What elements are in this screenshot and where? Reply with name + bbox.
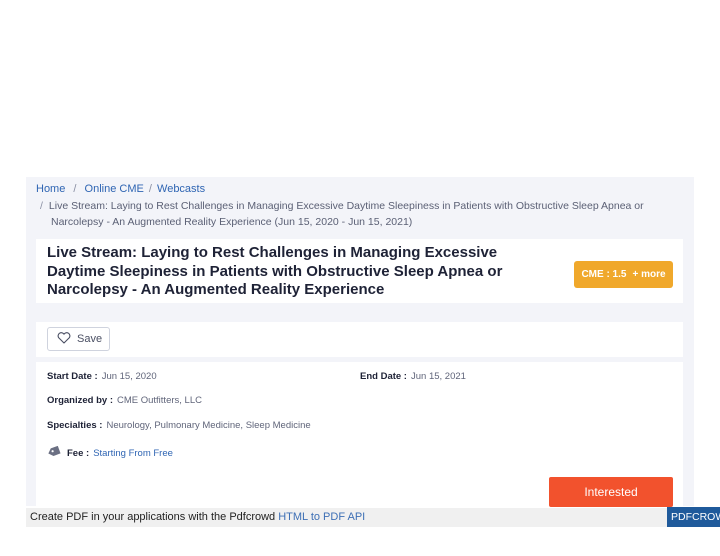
cme-credits-badge[interactable]: CME : 1.5 + more: [574, 261, 673, 288]
specialty-separator: ,: [149, 420, 152, 431]
breadcrumb-current-cont: Narcolepsy - An Augmented Reality Experi…: [51, 214, 412, 230]
fee-row: Fee : Starting From Free: [47, 445, 173, 461]
specialties-row: Specialties : Neurology, Pulmonary Medici…: [47, 420, 311, 432]
breadcrumb-current-line1: Live Stream: Laying to Rest Challenges i…: [48, 200, 644, 212]
organizer-value: CME Outfitters, LLC: [116, 395, 202, 406]
start-date-label: Start Date :: [47, 371, 98, 382]
interested-button[interactable]: Interested: [549, 477, 673, 507]
breadcrumb-online-cme-link[interactable]: Online CME: [85, 183, 144, 195]
specialties-label: Specialties :: [47, 420, 103, 431]
pdfcrowd-tag[interactable]: PDFCROWD: [667, 507, 720, 527]
breadcrumb-separator: /: [148, 183, 152, 195]
breadcrumb-current: / Live Stream: Laying to Rest Challenges …: [40, 198, 680, 214]
breadcrumb-current-line2: Narcolepsy - An Augmented Reality Experi…: [51, 216, 413, 228]
start-date-row: Start Date : Jun 15, 2020: [47, 371, 157, 383]
breadcrumb-home-link[interactable]: Home: [36, 183, 65, 195]
end-date-row: End Date : Jun 15, 2021: [360, 371, 466, 383]
save-button[interactable]: Save: [47, 327, 110, 351]
specialty-link[interactable]: Pulmonary Medicine: [154, 420, 240, 431]
footer-text: Create PDF in your applications with the…: [30, 511, 276, 523]
price-tag-icon: [47, 445, 61, 461]
specialty-link[interactable]: Neurology: [106, 420, 149, 431]
organizer-label: Organized by :: [47, 395, 113, 406]
end-date-value: Jun 15, 2021: [410, 371, 466, 382]
breadcrumb-separator: /: [40, 200, 43, 212]
specialty-separator: ,: [240, 420, 244, 431]
cme-more-link[interactable]: + more: [632, 269, 665, 280]
specialty-link[interactable]: Sleep Medicine: [246, 420, 311, 431]
breadcrumb-separator: /: [73, 183, 77, 195]
end-date-label: End Date :: [360, 371, 407, 382]
footer-api-link[interactable]: HTML to PDF API: [278, 511, 365, 523]
fee-value-link[interactable]: Starting From Free: [93, 448, 173, 459]
breadcrumb-webcasts-link[interactable]: Webcasts: [157, 183, 205, 195]
fee-label: Fee :: [67, 448, 90, 460]
pdf-footer: Create PDF in your applications with the…: [26, 508, 694, 527]
cme-credits-label: CME : 1.5: [581, 269, 627, 280]
save-card: Save: [36, 322, 683, 357]
start-date-value: Jun 15, 2020: [101, 371, 157, 382]
organizer-row: Organized by : CME Outfitters, LLC: [47, 395, 202, 407]
breadcrumb: Home / Online CME / Webcasts: [36, 181, 205, 197]
heart-icon: [57, 331, 71, 347]
event-title: Live Stream: Laying to Rest Challenges i…: [47, 244, 503, 298]
save-label: Save: [77, 333, 103, 345]
event-title-card: Live Stream: Laying to Rest Challenges i…: [36, 239, 683, 303]
